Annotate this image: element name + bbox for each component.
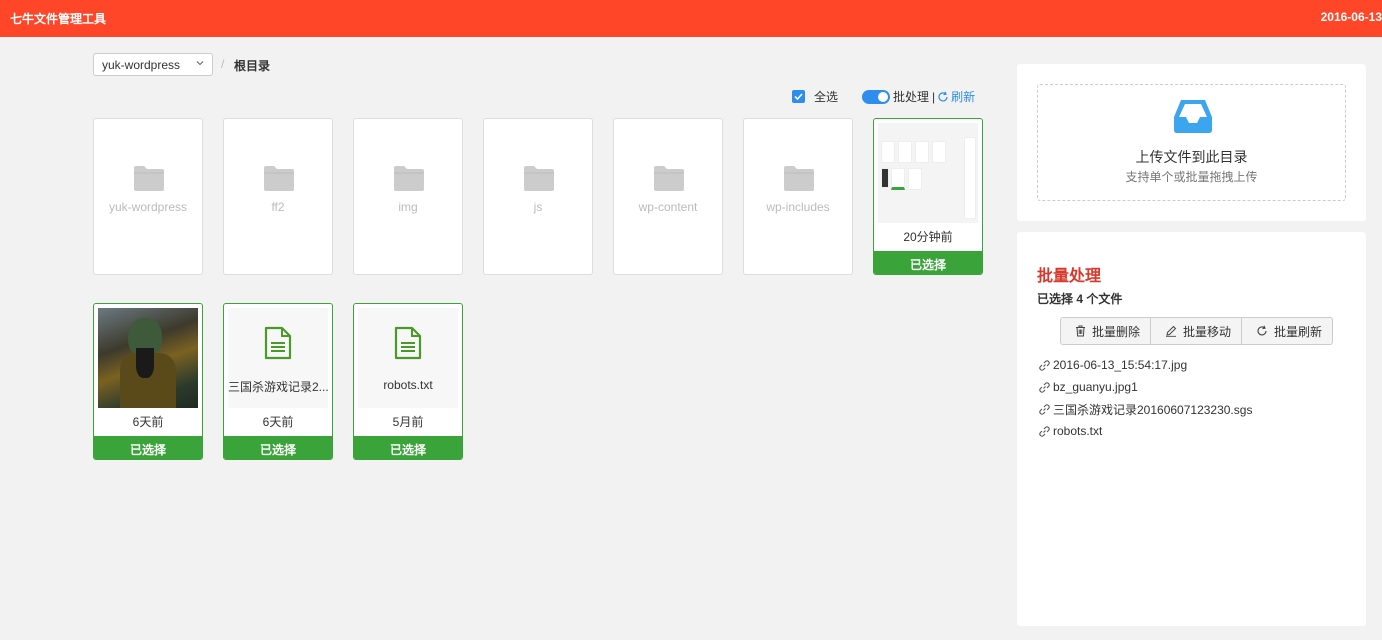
folder-card[interactable]: yuk-wordpress <box>93 118 203 275</box>
selected-file-item[interactable]: bz_guanyu.jpg1 <box>1038 376 1252 398</box>
upload-subtitle: 支持单个或批量拖拽上传 <box>1125 170 1258 184</box>
refresh-icon <box>1257 325 1267 336</box>
batch-refresh-label: 批量刷新 <box>1274 324 1323 339</box>
file-card[interactable]: 20分钟前 已选择 <box>873 118 983 275</box>
header-date: 2016-06-13 <box>1320 10 1382 24</box>
folder-icon <box>134 166 164 191</box>
selected-file-item[interactable]: 三国杀游戏记录20160607123230.sgs <box>1038 398 1252 420</box>
selected-badge: 已选择 <box>224 436 332 459</box>
folder-card[interactable]: js <box>483 118 593 275</box>
select-all-checkbox[interactable] <box>792 90 805 103</box>
link-icon <box>1039 381 1050 393</box>
selected-file-item[interactable]: 2016-06-13_15:54:17.jpg <box>1038 354 1252 376</box>
selected-file-name: 三国杀游戏记录20160607123230.sgs <box>1053 402 1253 417</box>
batch-button-group: 批量删除 批量移动 批量刷新 <box>1060 317 1334 345</box>
selected-badge: 已选择 <box>354 436 462 459</box>
file-card[interactable]: 三国杀游戏记录2... 6天前 已选择 <box>223 303 333 460</box>
app-header: 七牛文件管理工具 2016-06-13 <box>0 0 1382 37</box>
folder-name: wp-content <box>638 200 698 214</box>
batch-toggle[interactable] <box>862 89 890 104</box>
selected-count-prefix: 已选择 <box>1037 292 1077 306</box>
folder-name: wp-includes <box>766 200 830 214</box>
document-icon <box>394 326 422 360</box>
toolbar-divider: | <box>932 89 936 104</box>
screenshot-thumbnail <box>878 123 978 223</box>
link-icon <box>1039 425 1050 437</box>
batch-delete-label: 批量删除 <box>1092 324 1141 339</box>
file-time: 6天前 <box>132 415 164 429</box>
refresh-link[interactable]: 刷新 <box>937 88 975 105</box>
trash-icon <box>1076 325 1085 337</box>
file-card[interactable]: robots.txt 5月前 已选择 <box>353 303 463 460</box>
refresh-label: 刷新 <box>951 90 976 104</box>
file-name: robots.txt <box>383 378 433 392</box>
file-time: 20分钟前 <box>903 230 953 244</box>
selected-file-item[interactable]: robots.txt <box>1038 420 1252 442</box>
selected-badge: 已选择 <box>874 251 982 274</box>
document-icon <box>264 326 292 360</box>
folder-icon <box>784 166 814 191</box>
folder-name: img <box>398 200 418 214</box>
file-card[interactable]: 6天前 已选择 <box>93 303 203 460</box>
folder-card[interactable]: wp-includes <box>743 118 853 275</box>
image-thumbnail <box>98 308 198 408</box>
select-all-label: 全选 <box>814 90 839 104</box>
folder-name: js <box>533 200 543 214</box>
selected-badge: 已选择 <box>94 436 202 459</box>
upload-dropzone[interactable]: 上传文件到此目录 支持单个或批量拖拽上传 <box>1037 84 1346 201</box>
folder-icon <box>654 166 684 191</box>
batch-panel: 批量处理 已选择 4 个文件 批量删除 批量移动 批量刷新 2016-06-13… <box>1017 232 1366 626</box>
batch-delete-button[interactable]: 批量删除 <box>1061 318 1152 344</box>
link-icon <box>1039 359 1050 371</box>
folder-card[interactable]: wp-content <box>613 118 723 275</box>
selected-file-list: 2016-06-13_15:54:17.jpg bz_guanyu.jpg1 三… <box>1038 354 1252 442</box>
file-time: 6天前 <box>262 415 294 429</box>
folder-icon <box>394 166 424 191</box>
app-title: 七牛文件管理工具 <box>10 12 107 26</box>
batch-toggle-label: 批处理 <box>893 90 930 104</box>
folder-card[interactable]: ff2 <box>223 118 333 275</box>
upload-title: 上传文件到此目录 <box>1135 149 1248 165</box>
select-all-control[interactable]: 全选 <box>792 88 838 105</box>
file-time: 5月前 <box>392 415 424 429</box>
link-icon <box>1039 403 1050 415</box>
inbox-icon <box>1174 100 1212 133</box>
batch-controls: 批处理 | 刷新 <box>862 88 975 105</box>
batch-refresh-button[interactable]: 批量刷新 <box>1242 318 1332 344</box>
bucket-select-value: yuk-wordpress <box>102 58 181 72</box>
folder-name: yuk-wordpress <box>108 200 188 214</box>
file-name: 三国杀游戏记录2... <box>228 380 328 394</box>
breadcrumb-root[interactable]: 根目录 <box>234 57 270 74</box>
file-thumbnail: 三国杀游戏记录2... <box>228 308 328 408</box>
upload-panel: 上传文件到此目录 支持单个或批量拖拽上传 <box>1017 64 1366 221</box>
folder-icon <box>524 166 554 191</box>
folder-card[interactable]: img <box>353 118 463 275</box>
file-thumbnail: robots.txt <box>358 308 458 408</box>
batch-move-label: 批量移动 <box>1183 324 1232 339</box>
pencil-icon <box>1166 325 1177 337</box>
folder-name: ff2 <box>271 200 285 214</box>
breadcrumb-separator: / <box>221 57 225 71</box>
selected-count-text: 已选择 4 个文件 <box>1037 290 1122 307</box>
batch-heading: 批量处理 <box>1037 268 1102 285</box>
batch-move-button[interactable]: 批量移动 <box>1151 318 1243 344</box>
bucket-select[interactable]: yuk-wordpress <box>93 53 213 76</box>
folder-icon <box>264 166 294 191</box>
refresh-icon <box>938 91 948 101</box>
selected-file-name: bz_guanyu.jpg1 <box>1053 380 1138 394</box>
chevron-down-icon <box>196 61 204 66</box>
checkmark-icon <box>794 93 803 101</box>
selected-count-suffix: 个文件 <box>1083 292 1123 306</box>
selected-file-name: 2016-06-13_15:54:17.jpg <box>1053 358 1188 372</box>
selected-file-name: robots.txt <box>1053 424 1103 438</box>
